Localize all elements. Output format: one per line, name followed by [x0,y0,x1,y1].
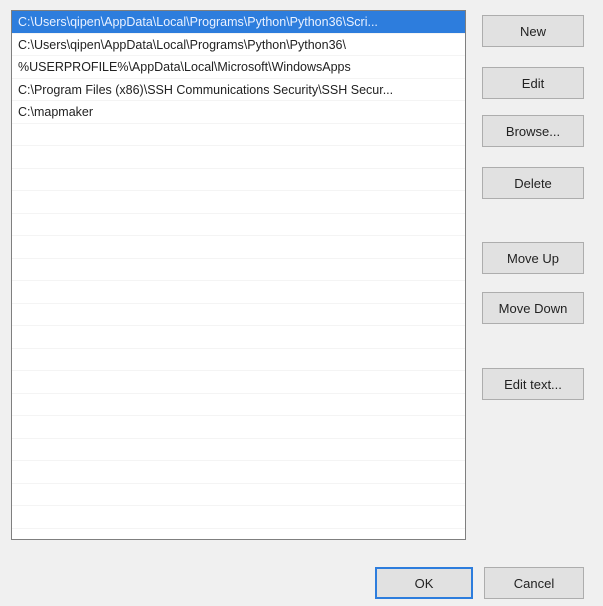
delete-button[interactable]: Delete [482,167,584,199]
environment-path-dialog: C:\Users\qipen\AppData\Local\Programs\Py… [0,0,603,606]
empty-list-row[interactable] [12,259,465,281]
edit-button[interactable]: Edit [482,67,584,99]
list-item[interactable]: C:\mapmaker [12,101,465,124]
empty-list-row[interactable] [12,169,465,191]
ok-button[interactable]: OK [375,567,473,599]
empty-list-row[interactable] [12,124,465,146]
move-down-button[interactable]: Move Down [482,292,584,324]
empty-list-row[interactable] [12,439,465,461]
cancel-button[interactable]: Cancel [484,567,584,599]
new-button[interactable]: New [482,15,584,47]
move-up-button[interactable]: Move Up [482,242,584,274]
empty-list-row[interactable] [12,214,465,236]
empty-list-row[interactable] [12,281,465,304]
edit-text-button[interactable]: Edit text... [482,368,584,400]
empty-list-row[interactable] [12,349,465,371]
empty-list-row[interactable] [12,326,465,349]
empty-list-row[interactable] [12,371,465,394]
path-list[interactable]: C:\Users\qipen\AppData\Local\Programs\Py… [11,10,466,540]
empty-list-row[interactable] [12,461,465,484]
empty-list-row[interactable] [12,236,465,259]
empty-list-row[interactable] [12,484,465,506]
list-item[interactable]: %USERPROFILE%\AppData\Local\Microsoft\Wi… [12,56,465,79]
list-item[interactable]: C:\Users\qipen\AppData\Local\Programs\Py… [12,11,465,34]
empty-list-row[interactable] [12,191,465,214]
browse-button[interactable]: Browse... [482,115,584,147]
empty-list-row[interactable] [12,394,465,416]
empty-list-row[interactable] [12,529,465,540]
empty-list-row[interactable] [12,416,465,439]
empty-list-row[interactable] [12,304,465,326]
empty-list-row[interactable] [12,146,465,169]
empty-list-row[interactable] [12,506,465,529]
list-item[interactable]: C:\Program Files (x86)\SSH Communication… [12,79,465,101]
list-item[interactable]: C:\Users\qipen\AppData\Local\Programs\Py… [12,34,465,56]
path-list-rows: C:\Users\qipen\AppData\Local\Programs\Py… [12,11,465,539]
